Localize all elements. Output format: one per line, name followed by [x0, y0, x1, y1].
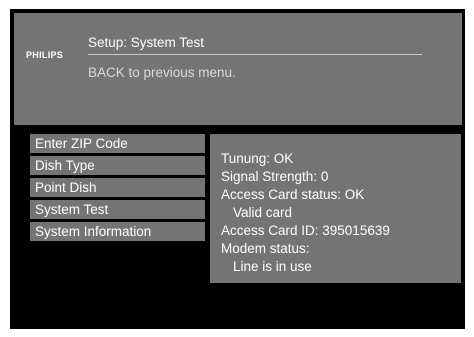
menu-item-point-dish[interactable]: Point Dish [30, 178, 205, 197]
back-hint: BACK to previous menu. [88, 65, 236, 80]
menu-item-system-test[interactable]: System Test [30, 200, 205, 219]
menu-item-enter-zip-code[interactable]: Enter ZIP Code [30, 134, 205, 153]
setup-menu: Enter ZIP Code Dish Type Point Dish Syst… [30, 134, 205, 244]
header-panel: PHILIPS Setup: System Test BACK to previ… [14, 13, 462, 125]
philips-logo: PHILIPS [26, 50, 64, 60]
access-card-validity: Valid card [233, 205, 293, 220]
access-card-status: Access Card status: OK [221, 187, 365, 202]
modem-status-value: Line is in use [233, 259, 312, 274]
tuning-status: Tunung: OK [221, 151, 294, 166]
access-card-id: Access Card ID: 395015639 [221, 223, 390, 238]
modem-status-label: Modem status: [221, 241, 310, 256]
tv-screen: PHILIPS Setup: System Test BACK to previ… [10, 9, 465, 329]
menu-item-system-information[interactable]: System Information [30, 222, 205, 241]
signal-strength: Signal Strength: 0 [221, 169, 329, 184]
menu-item-dish-type[interactable]: Dish Type [30, 156, 205, 175]
system-test-results: Tunung: OK Signal Strength: 0 Access Car… [210, 134, 461, 283]
title-divider [88, 54, 422, 55]
page-title: Setup: System Test [88, 35, 205, 50]
